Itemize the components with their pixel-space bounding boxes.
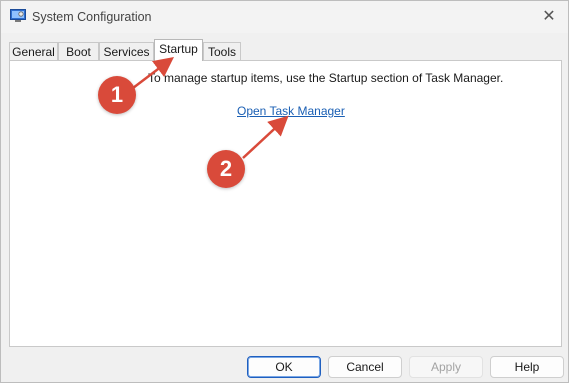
help-button[interactable]: Help <box>490 356 564 378</box>
system-configuration-window: System Configuration ✕ General Boot Serv… <box>0 0 569 383</box>
ok-button[interactable]: OK <box>247 356 321 378</box>
step-marker-1: 1 <box>98 76 136 114</box>
startup-tab-panel: To manage startup items, use the Startup… <box>9 60 562 347</box>
tab-tools[interactable]: Tools <box>203 42 241 60</box>
title-bar: System Configuration ✕ <box>1 1 568 33</box>
close-icon[interactable]: ✕ <box>537 7 561 27</box>
apply-button: Apply <box>409 356 483 378</box>
open-task-manager-link[interactable]: Open Task Manager <box>237 104 345 118</box>
msconfig-app-icon <box>10 9 26 22</box>
tab-general[interactable]: General <box>9 42 58 60</box>
step-marker-2: 2 <box>207 150 245 188</box>
cancel-button[interactable]: Cancel <box>328 356 402 378</box>
tab-boot[interactable]: Boot <box>58 42 99 60</box>
startup-info-text: To manage startup items, use the Startup… <box>148 71 504 85</box>
window-title: System Configuration <box>32 10 152 24</box>
tab-startup[interactable]: Startup <box>154 39 203 61</box>
tab-services[interactable]: Services <box>99 42 154 60</box>
